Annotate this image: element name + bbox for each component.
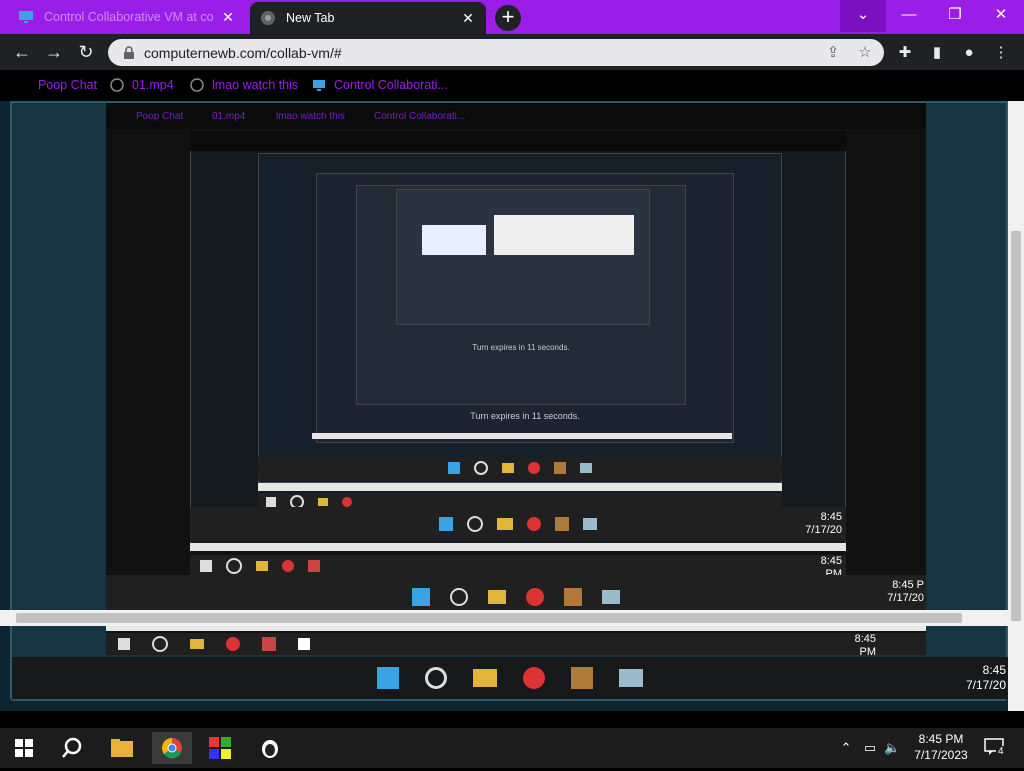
tab-new-tab[interactable]: New Tab ✕ — [250, 2, 486, 34]
url-text: computernewb.com/collab-vm/# — [144, 44, 342, 61]
chrome-icon — [523, 667, 545, 689]
nested-taskbar — [190, 507, 846, 541]
profile-icon[interactable]: ● — [960, 44, 978, 62]
search-icon[interactable] — [56, 732, 88, 764]
penguin-icon[interactable] — [254, 732, 286, 764]
minimize-icon[interactable]: — — [886, 0, 932, 32]
bookmark-control-collab[interactable]: Control Collaborati... — [312, 76, 448, 94]
nested-scrollbar — [312, 433, 732, 439]
nested-bookmark: Control Collaborati... — [374, 111, 466, 122]
close-tab-icon[interactable]: ✕ — [220, 9, 236, 25]
file-explorer-icon — [473, 669, 497, 687]
turn-text: Turn expires in 11 seconds. — [470, 411, 580, 421]
system-clock[interactable]: 8:45 PM 7/17/2023 — [904, 731, 978, 763]
nested-bookmark: lmao watch this — [276, 111, 345, 122]
tab-title: Control Collaborative VM at co — [44, 10, 214, 24]
app-grid-icon[interactable] — [204, 732, 236, 764]
bookmark-label: lmao watch this — [212, 78, 299, 92]
restore-icon[interactable]: ❐ — [932, 0, 978, 32]
forward-icon[interactable]: → — [42, 40, 66, 64]
close-window-icon[interactable]: ✕ — [978, 0, 1024, 32]
nested-dialog — [494, 215, 634, 255]
turn-text: Turn expires in 11 seconds. — [472, 343, 570, 352]
menu-icon[interactable]: ⋮ — [992, 44, 1010, 62]
side-panel-icon[interactable]: ▮ — [928, 44, 946, 62]
chrome-icon[interactable] — [152, 732, 192, 764]
search-icon — [425, 667, 447, 689]
app-icon — [619, 669, 643, 687]
vertical-scrollbar[interactable] — [1008, 101, 1024, 711]
chevron-up-icon[interactable]: ⌃ — [838, 740, 854, 756]
windows-start-icon[interactable] — [8, 732, 40, 764]
nested-clock: 8:45 PM — [854, 633, 876, 658]
bookmarks-bar: Poop Chat 01.mp4 lmao watch this Control… — [0, 70, 1024, 100]
nested-scrollbar — [190, 543, 846, 551]
reload-icon[interactable]: ↻ — [74, 40, 98, 64]
file-explorer-icon[interactable] — [106, 732, 138, 764]
lock-icon — [124, 45, 134, 59]
nested-bookmark: 01.mp4 — [212, 111, 246, 122]
share-icon[interactable]: ⇪ — [824, 44, 842, 62]
monitor-icon — [19, 11, 33, 23]
notification-count: 4 — [996, 746, 1006, 757]
tab-strip: Control Collaborative VM at co ✕ New Tab… — [0, 0, 1024, 34]
app-icon — [571, 667, 593, 689]
browser-toolbar: ← → ↻ computernewb.com/collab-vm/# ⇪ ☆ ✚… — [0, 34, 1024, 70]
remote-taskbar — [12, 657, 1008, 699]
tab-search-icon[interactable]: ⌄ — [840, 0, 886, 32]
nested-bookmarks-bar — [190, 131, 846, 151]
tab-title: New Tab — [286, 11, 335, 25]
nested-bookmark: Poop Chat — [136, 111, 184, 122]
volume-muted-icon[interactable]: 🔈 — [884, 740, 900, 756]
bookmark-label: 01.mp4 — [132, 78, 174, 92]
nested-scrollbar — [258, 483, 782, 491]
bookmark-poop-chat[interactable]: Poop Chat — [38, 76, 97, 94]
nested-taskbar — [258, 457, 782, 479]
nested-dialog — [422, 225, 486, 255]
nested-screen — [396, 189, 650, 325]
nested-clock: 8:45 7/17/20 — [805, 511, 842, 536]
bookmark-label: Poop Chat — [38, 78, 98, 92]
address-bar[interactable]: computernewb.com/collab-vm/# — [108, 39, 884, 66]
extensions-icon[interactable]: ✚ — [896, 44, 914, 62]
nested-taskbar — [106, 633, 926, 655]
new-tab-button[interactable]: + — [495, 5, 521, 31]
monitor-icon — [313, 80, 325, 91]
clock-date: 7/17/2023 — [914, 748, 968, 762]
bookmark-label: Control Collaborati... — [334, 78, 448, 92]
tab-collab-vm[interactable]: Control Collaborative VM at co ✕ — [8, 0, 246, 34]
remote-clock: 8:45 7/17/20 — [965, 663, 1006, 692]
nested-clock: 8:45 P 7/17/20 — [887, 579, 924, 604]
close-tab-icon[interactable]: ✕ — [460, 10, 476, 26]
network-icon[interactable]: ▭ — [862, 740, 878, 756]
horizontal-scrollbar[interactable] — [0, 610, 1024, 626]
bookmark-01-mp4[interactable]: 01.mp4 — [110, 76, 174, 94]
globe-icon — [190, 78, 204, 92]
bookmark-star-icon[interactable]: ☆ — [856, 44, 874, 62]
nested-taskbar — [190, 555, 846, 577]
windows-start-icon — [377, 667, 399, 689]
clock-time: 8:45 PM — [918, 732, 964, 746]
vm-screen[interactable]: Poop Chat 01.mp4 lmao watch this Control… — [106, 103, 926, 633]
chrome-icon — [261, 11, 275, 25]
globe-icon — [110, 78, 124, 92]
bookmark-lmao-watch-this[interactable]: lmao watch this — [190, 76, 298, 94]
back-icon[interactable]: ← — [10, 40, 34, 64]
notification-icon[interactable]: 4 — [984, 738, 1008, 758]
